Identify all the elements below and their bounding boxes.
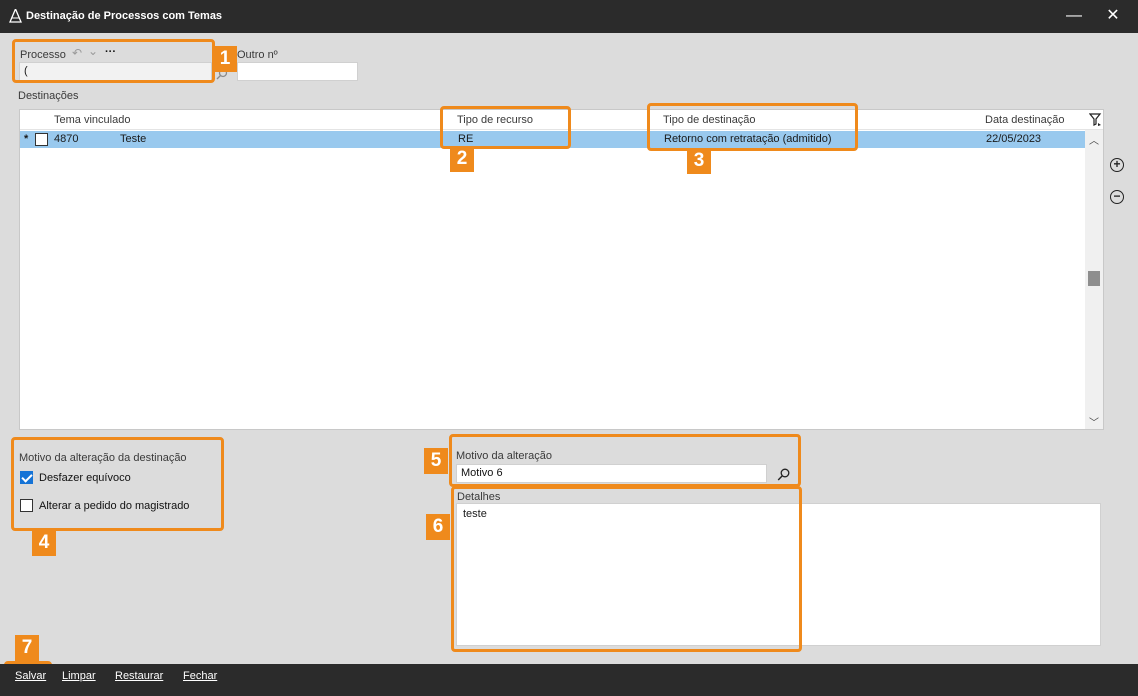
scroll-down-icon[interactable]: ﹀	[1089, 414, 1099, 429]
scroll-up-icon[interactable]: ︿	[1089, 132, 1099, 147]
col-data-destinacao[interactable]: Data destinação	[985, 114, 1065, 126]
step-badge-6: 6	[426, 514, 450, 540]
highlight-box-3	[647, 103, 858, 151]
destinacoes-grid: Tema vinculado Tipo de recurso Tipo de d…	[19, 109, 1104, 430]
save-button[interactable]: Salvar	[15, 670, 46, 682]
scrollbar-thumb[interactable]	[1088, 271, 1100, 286]
step-badge-5: 5	[424, 448, 448, 474]
destinacoes-label: Destinações	[18, 90, 79, 102]
step-badge-7: 7	[15, 635, 39, 661]
step-badge-1: 1	[213, 46, 237, 72]
remove-row-button[interactable]: −	[1110, 190, 1124, 204]
outro-numero-label: Outro nº	[237, 49, 278, 61]
step-badge-2: 2	[450, 146, 474, 172]
row-checkbox[interactable]	[35, 133, 48, 146]
step-badge-3: 3	[687, 148, 711, 174]
cell-tema-numero: 4870	[54, 133, 79, 145]
restore-button[interactable]: Restaurar	[115, 670, 163, 682]
highlight-box-5	[449, 434, 801, 487]
cell-tema-nome: Teste	[120, 133, 147, 145]
footer-bar: Salvar Limpar Restaurar Fechar	[0, 664, 1138, 696]
close-button[interactable]: Fechar	[183, 670, 217, 682]
highlight-box-1	[12, 39, 215, 83]
col-tema-vinculado[interactable]: Tema vinculado	[54, 114, 130, 126]
clear-button[interactable]: Limpar	[62, 670, 96, 682]
filter-icon[interactable]	[1089, 113, 1102, 127]
add-row-button[interactable]: +	[1110, 158, 1124, 172]
window-title: Destinação de Processos com Temas	[26, 10, 223, 22]
cell-data-destinacao: 22/05/2023	[986, 133, 1042, 145]
highlight-box-6	[451, 486, 802, 652]
title-bar: Destinação de Processos com Temas — ✕	[0, 0, 1138, 33]
close-window-button[interactable]: ✕	[1104, 8, 1122, 26]
minimize-button[interactable]: —	[1065, 8, 1083, 26]
app-icon	[9, 9, 22, 23]
highlight-box-4	[11, 437, 224, 531]
outro-numero-input[interactable]	[237, 62, 358, 81]
row-marker: *	[24, 133, 29, 145]
grid-scrollbar[interactable]: ︿ ﹀	[1085, 130, 1103, 429]
highlight-box-2	[440, 106, 571, 149]
step-badge-4: 4	[32, 530, 56, 556]
